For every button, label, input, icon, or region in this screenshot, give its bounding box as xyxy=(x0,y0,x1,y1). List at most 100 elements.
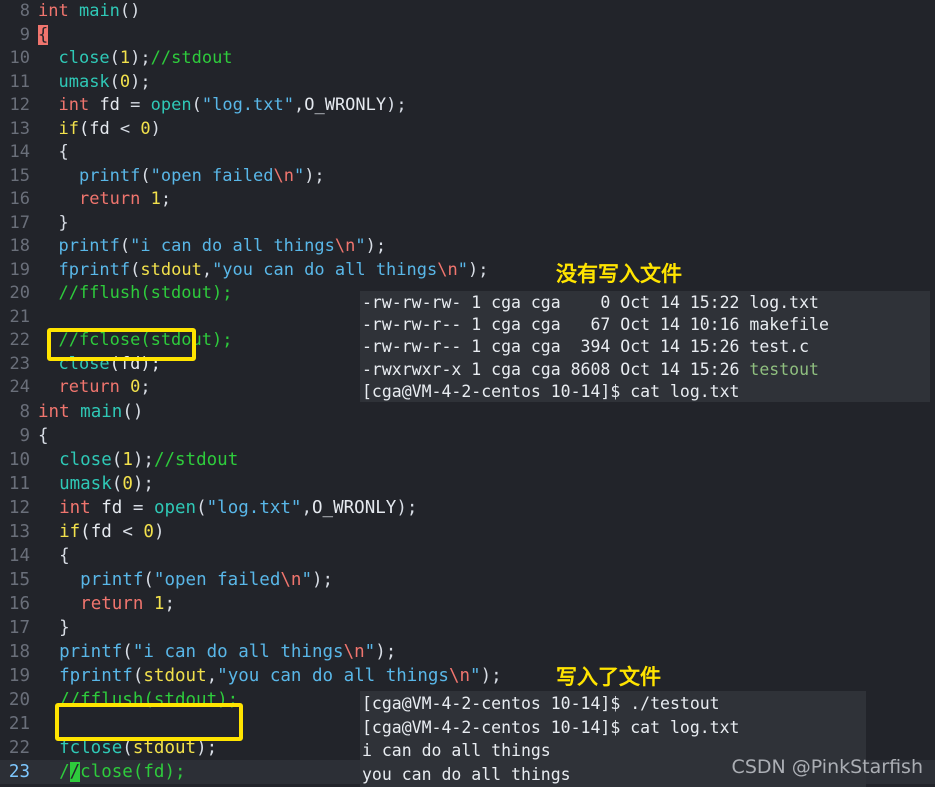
code-token: ( xyxy=(196,498,207,518)
code-token: 1 xyxy=(122,450,133,470)
terminal-token: i can do all things xyxy=(362,741,551,761)
code-token: 1 xyxy=(153,594,165,614)
code-token: ); xyxy=(467,259,489,280)
code-line[interactable]: 11 umask(0); xyxy=(0,71,935,95)
code-line[interactable]: 10 close(1);//stdout xyxy=(0,47,935,71)
line-number: 20 xyxy=(9,283,30,303)
code-token: (fd xyxy=(80,522,123,542)
code-token: "log.txt" xyxy=(201,95,294,115)
code-token: \n xyxy=(280,570,302,590)
code-token: , xyxy=(201,259,213,280)
code-line[interactable]: 19 fprintf(stdout,"you can do all things… xyxy=(0,259,935,283)
line-number: 8 xyxy=(19,1,30,21)
line-number: 9 xyxy=(19,24,30,45)
code-token: " xyxy=(364,642,376,662)
code-line[interactable]: 17 } xyxy=(0,616,935,640)
code-line[interactable]: 14 { xyxy=(0,544,935,568)
code-line[interactable]: 11 umask(0); xyxy=(0,472,935,496)
code-token: return xyxy=(80,594,144,614)
terminal-output-top[interactable]: -rw-rw-rw- 1 cga cga 0 Oct 14 15:22 log.… xyxy=(360,291,930,402)
terminal-line: -rwxrwxr-x 1 cga cga 8608 Oct 14 15:26 t… xyxy=(362,359,930,381)
terminal-line: [cga@VM-4-2-centos 10-14]$ cat log.txt xyxy=(362,381,930,403)
line-number: 21 xyxy=(8,714,30,734)
code-token: "you can do all things xyxy=(212,259,438,280)
code-token: //fclose(stdout); xyxy=(38,330,233,350)
code-token: int xyxy=(38,402,70,422)
code-line[interactable]: 14 { xyxy=(0,141,935,165)
code-line[interactable]: 13 if(fd < 0) xyxy=(0,118,935,142)
code-token: fd xyxy=(90,498,133,518)
code-token: close xyxy=(59,450,112,470)
code-token: //stdout xyxy=(150,48,233,68)
code-token: " xyxy=(355,236,366,256)
code-token: printf xyxy=(58,236,120,256)
code-token: 0 xyxy=(130,377,141,397)
line-number: 24 xyxy=(9,377,30,397)
code-token: main xyxy=(78,1,120,21)
code-line[interactable]: 8 int main() xyxy=(0,400,935,424)
code-line[interactable]: 13 if(fd < 0) xyxy=(0,520,935,544)
line-number: 14 xyxy=(9,142,30,162)
code-token: stdout xyxy=(132,738,197,758)
code-token: 0 xyxy=(122,474,133,494)
code-line[interactable]: 15 printf("open failed\n"); xyxy=(0,568,935,592)
terminal-token: -rw-rw-r-- 1 cga cga 67 Oct 14 10:16 mak… xyxy=(362,315,829,335)
annotation-written: 写入了文件 xyxy=(556,665,661,689)
terminal-token: [cga@VM-4-2-centos 10-14]$ cat log.txt xyxy=(362,717,740,737)
code-token: 1 xyxy=(150,189,161,209)
code-line[interactable]: 16 return 1; xyxy=(0,592,935,616)
annotation-not-written: 没有写入文件 xyxy=(556,262,682,286)
code-token: "open failed xyxy=(153,570,281,590)
code-line[interactable]: 18 printf("i can do all things\n"); xyxy=(0,235,935,259)
code-token: \n xyxy=(448,666,471,686)
code-token: ( xyxy=(119,236,131,256)
line-number: 18 xyxy=(9,236,30,256)
code-token: open xyxy=(153,498,197,518)
code-line[interactable]: 19 fprintf(stdout,"you can do all things… xyxy=(0,664,935,688)
code-line[interactable]: 15 printf("open failed\n"); xyxy=(0,165,935,189)
code-token: ) xyxy=(150,118,161,139)
code-token: \n xyxy=(334,236,356,256)
code-token: fclose xyxy=(59,738,123,758)
code-line[interactable]: 17 } xyxy=(0,212,935,236)
code-token: "log.txt" xyxy=(206,498,302,518)
code-line[interactable]: 16 return 1; xyxy=(0,188,935,212)
line-number: 23 xyxy=(8,762,30,782)
code-line[interactable]: 10 close(1);//stdout xyxy=(0,448,935,472)
code-line[interactable]: 9{ xyxy=(0,424,935,448)
code-token: " xyxy=(301,570,312,590)
line-number: 20 xyxy=(8,690,30,710)
code-token: fprintf xyxy=(58,259,131,280)
code-token: \n xyxy=(273,165,294,186)
code-line[interactable]: 9{ xyxy=(0,24,935,48)
code-line[interactable]: 12 int fd = open("log.txt",O_WRONLY); xyxy=(0,94,935,118)
code-token: //fflush(stdout); xyxy=(38,283,233,303)
code-token: / xyxy=(69,762,81,782)
code-token: ( xyxy=(130,259,141,280)
code-token: 0 xyxy=(143,522,154,542)
code-token: 0 xyxy=(119,71,131,92)
line-number: 12 xyxy=(8,498,30,518)
code-token: main xyxy=(80,402,123,422)
code-token: < xyxy=(119,118,131,139)
code-token: ( xyxy=(122,642,133,662)
code-token: { xyxy=(38,426,49,446)
code-token: ); xyxy=(132,474,154,494)
code-line[interactable]: 8 int main() xyxy=(0,0,935,24)
code-line[interactable]: 18 printf("i can do all things\n"); xyxy=(0,640,935,664)
line-number: 11 xyxy=(9,71,30,92)
code-line[interactable]: 12 int fd = open("log.txt",O_WRONLY); xyxy=(0,496,935,520)
terminal-line: -rw-rw-r-- 1 cga cga 394 Oct 14 15:26 te… xyxy=(362,336,930,358)
line-number: 9 xyxy=(19,426,30,446)
terminal-line: -rw-rw-rw- 1 cga cga 0 Oct 14 15:22 log.… xyxy=(362,292,930,314)
